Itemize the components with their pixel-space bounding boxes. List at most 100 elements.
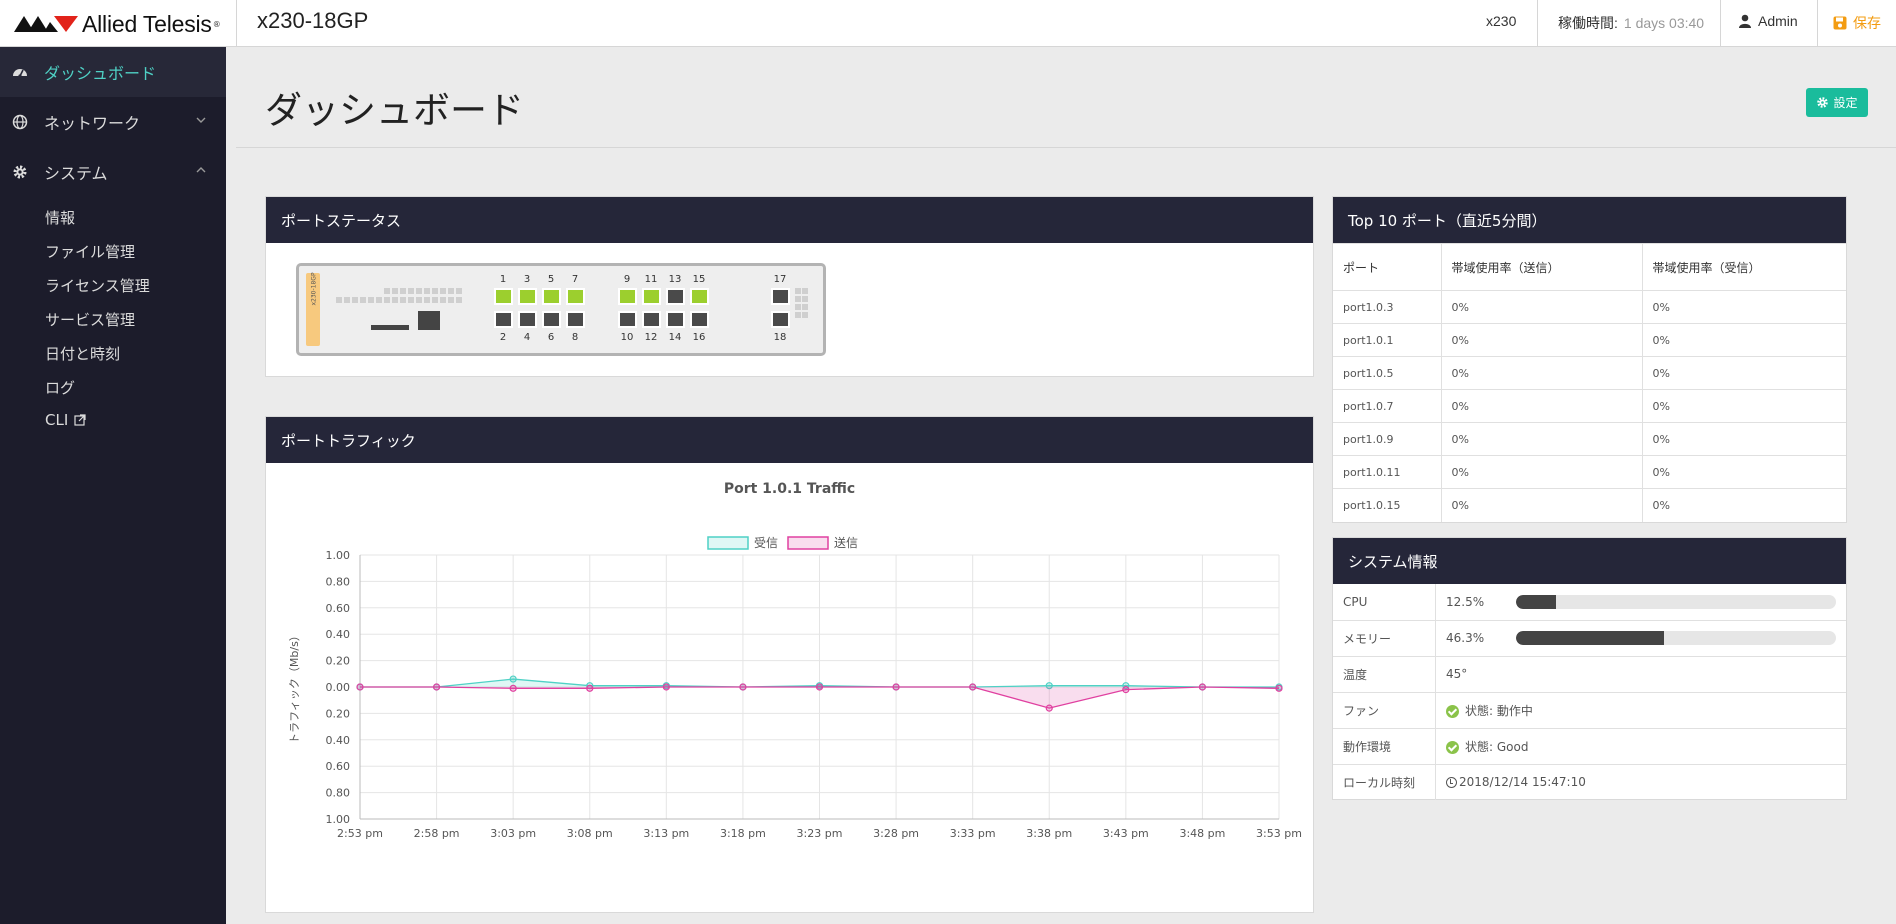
save-button[interactable]: 保存 bbox=[1833, 13, 1881, 33]
y-tick-label: 0.20 bbox=[326, 655, 351, 668]
header-divider bbox=[1537, 0, 1538, 47]
data-point bbox=[815, 683, 824, 691]
port-number-label: 2 bbox=[499, 332, 507, 343]
device-title: x230-18GP bbox=[257, 8, 369, 33]
switch-port-3[interactable] bbox=[518, 288, 537, 305]
switch-port-17[interactable] bbox=[771, 288, 790, 305]
header-divider bbox=[1817, 0, 1818, 47]
status-led bbox=[352, 297, 358, 303]
switch-port-16[interactable] bbox=[690, 311, 709, 328]
port-number-label: 5 bbox=[547, 274, 555, 285]
switch-port-6[interactable] bbox=[542, 311, 561, 328]
status-led bbox=[400, 288, 406, 294]
settings-button[interactable]: 設定 bbox=[1806, 88, 1868, 117]
memory-usage-bar bbox=[1516, 631, 1836, 645]
allied-telesis-logo[interactable]: Allied Telesis ® bbox=[14, 10, 221, 38]
port-number-label: 6 bbox=[547, 332, 555, 343]
sidebar-subitem-date-time[interactable]: 日付と時刻 bbox=[45, 343, 120, 364]
switch-port-18[interactable] bbox=[771, 311, 790, 328]
top10-table: ポート 帯域使用率（送信） 帯域使用率（受信） port1.0.3 0% 0% por… bbox=[1333, 243, 1846, 522]
tx-usage-cell: 0% bbox=[1441, 455, 1643, 489]
switch-port-13[interactable] bbox=[666, 288, 685, 305]
data-point bbox=[356, 683, 364, 691]
dashboard-icon bbox=[13, 69, 27, 78]
table-row: ファン 状態: 動作中 bbox=[1333, 691, 1846, 728]
port-cell: port1.0.15 bbox=[1333, 488, 1442, 522]
globe-icon bbox=[12, 114, 28, 130]
switch-port-2[interactable] bbox=[494, 311, 513, 328]
port-traffic-title: ポートトラフィック bbox=[266, 417, 1313, 463]
switch-port-1[interactable] bbox=[494, 288, 513, 305]
memory-usage-fill bbox=[1516, 631, 1665, 645]
x-tick-label: 3:28 pm bbox=[873, 827, 919, 840]
sidebar-subitem-log[interactable]: ログ bbox=[45, 377, 75, 398]
sidebar-subitem-cli[interactable]: CLI bbox=[45, 411, 86, 429]
cpu-usage-bar bbox=[1516, 594, 1836, 609]
user-name: Admin bbox=[1758, 13, 1798, 29]
port-number-label: 13 bbox=[668, 274, 682, 285]
local-time-value: 2018/12/14 15:47:10 bbox=[1459, 775, 1586, 790]
memory-value: 46.3% bbox=[1446, 631, 1485, 645]
y-tick-label: 0.60 bbox=[326, 602, 351, 615]
switch-port-5[interactable] bbox=[542, 288, 561, 305]
y-tick-label: 0.80 bbox=[326, 787, 351, 800]
sidebar-subitem-info[interactable]: 情報 bbox=[45, 207, 75, 228]
status-led bbox=[432, 288, 438, 294]
save-icon bbox=[1833, 16, 1847, 30]
data-point bbox=[586, 684, 594, 692]
tx-usage-cell: 0% bbox=[1441, 488, 1643, 522]
check-circle-icon bbox=[1446, 740, 1459, 754]
status-led bbox=[384, 297, 390, 303]
status-led bbox=[336, 297, 342, 303]
clock-icon bbox=[1446, 777, 1457, 789]
switch-port-7[interactable] bbox=[566, 288, 585, 305]
switch-port-4[interactable] bbox=[518, 311, 537, 328]
switch-port-8[interactable] bbox=[566, 311, 585, 328]
temperature-value: 45° bbox=[1435, 655, 1846, 692]
data-point bbox=[1045, 704, 1053, 712]
switch-port-9[interactable] bbox=[618, 288, 637, 305]
rx-usage-cell: 0% bbox=[1642, 290, 1846, 324]
top-bar: Allied Telesis ® x230-18GP x230 稼働時間: 1 d… bbox=[0, 0, 1896, 47]
status-led bbox=[795, 288, 801, 294]
user-menu[interactable]: Admin bbox=[1738, 13, 1798, 29]
sidebar-subitem-license-management[interactable]: ライセンス管理 bbox=[45, 275, 150, 296]
sidebar-item-dashboard[interactable]: ダッシュボード bbox=[0, 47, 226, 97]
port-cell: port1.0.9 bbox=[1333, 422, 1442, 456]
status-led bbox=[416, 288, 422, 294]
local-time-label: ローカル時刻 bbox=[1333, 763, 1436, 800]
sidebar-item-network[interactable]: ネットワーク bbox=[0, 97, 226, 147]
x-tick-label: 3:48 pm bbox=[1179, 827, 1225, 840]
sidebar-item-label: システム bbox=[44, 164, 108, 183]
switch-port-14[interactable] bbox=[666, 311, 685, 328]
system-info-panel: システム情報 CPU 12.5% メモリー 46.3% 温度 45° ファン 状… bbox=[1332, 537, 1847, 800]
switch-model-tag: x230-18GP bbox=[306, 272, 320, 346]
status-led bbox=[344, 297, 350, 303]
usb-slot bbox=[371, 325, 409, 330]
port-number-label: 7 bbox=[571, 274, 579, 285]
model-label: x230 bbox=[1486, 13, 1517, 29]
x-tick-label: 3:03 pm bbox=[490, 827, 536, 840]
sidebar-item-system[interactable]: システム bbox=[0, 147, 226, 197]
switch-port-10[interactable] bbox=[618, 311, 637, 328]
status-led bbox=[795, 312, 801, 318]
status-led bbox=[392, 288, 398, 294]
column-header-rx: 帯域使用率（受信） bbox=[1642, 243, 1846, 291]
switch-port-12[interactable] bbox=[642, 311, 661, 328]
rx-usage-cell: 0% bbox=[1642, 422, 1846, 456]
table-row: 動作環境 状態: Good bbox=[1333, 727, 1846, 764]
switch-port-11[interactable] bbox=[642, 288, 661, 305]
top10-title: Top 10 ポート（直近5分間） bbox=[1333, 197, 1846, 243]
status-led bbox=[802, 312, 808, 318]
status-led bbox=[408, 297, 414, 303]
console-port bbox=[418, 311, 440, 330]
status-led bbox=[456, 288, 462, 294]
status-led bbox=[440, 297, 446, 303]
status-led bbox=[392, 297, 398, 303]
sidebar-subitem-service-management[interactable]: サービス管理 bbox=[45, 309, 135, 330]
switch-port-15[interactable] bbox=[690, 288, 709, 305]
sidebar-subitem-file-management[interactable]: ファイル管理 bbox=[45, 241, 135, 262]
cpu-value: 12.5% bbox=[1446, 594, 1485, 609]
status-led bbox=[384, 288, 390, 294]
y-tick-label: 1.00 bbox=[326, 549, 351, 562]
